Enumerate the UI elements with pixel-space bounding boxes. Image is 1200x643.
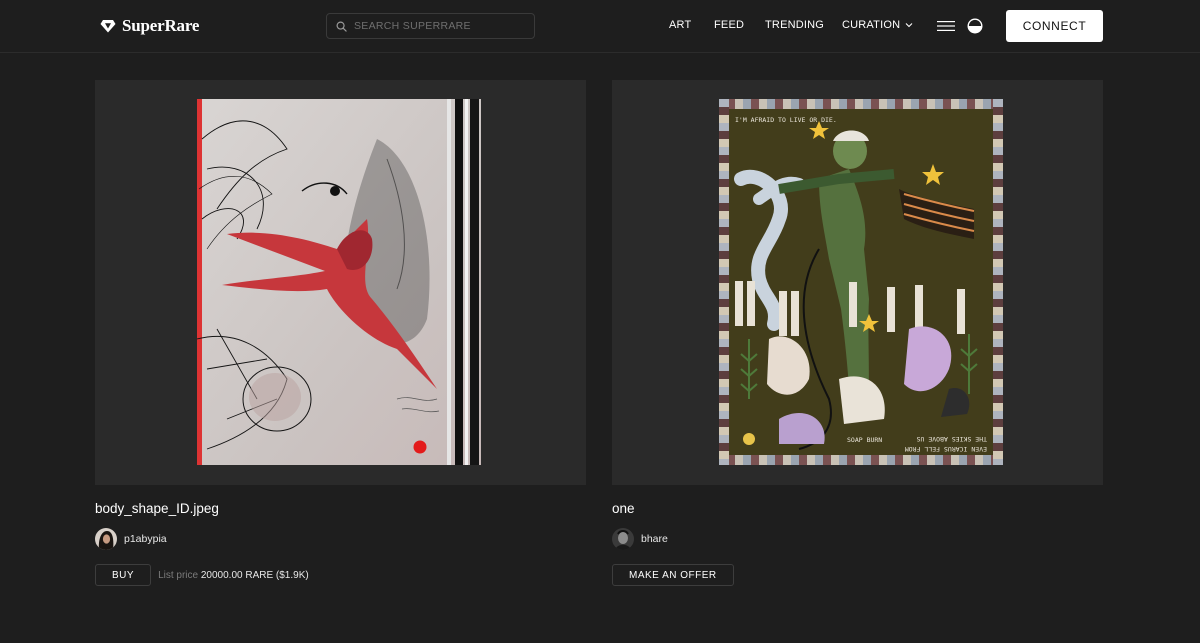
artist-username: p1abypia bbox=[124, 533, 167, 545]
top-navigation-bar: SuperRare ART FEED TRENDING CURATION CON… bbox=[0, 0, 1200, 53]
artist-avatar bbox=[95, 528, 117, 550]
artwork-title[interactable]: one bbox=[612, 501, 635, 516]
artwork-text-soap: SOAP BURN bbox=[847, 436, 882, 444]
artwork-title[interactable]: body_shape_ID.jpeg bbox=[95, 501, 219, 516]
artwork-text-skies: THE SKIES ABOVE US bbox=[916, 435, 987, 443]
nav-curation[interactable]: CURATION bbox=[842, 19, 913, 31]
artwork-card[interactable]: body_shape_ID.jpeg p1abypia BUY List pri… bbox=[95, 80, 586, 586]
artist-avatar bbox=[612, 528, 634, 550]
nav-art[interactable]: ART bbox=[669, 19, 691, 31]
search-input[interactable] bbox=[354, 20, 524, 32]
artwork-media[interactable] bbox=[95, 80, 586, 485]
list-price: List price 20000.00 RARE ($1.9K) bbox=[158, 570, 309, 581]
superrare-logo[interactable]: SuperRare bbox=[100, 15, 199, 37]
search-icon bbox=[336, 21, 347, 32]
connect-button[interactable]: CONNECT bbox=[1006, 10, 1103, 42]
list-price-label: List price bbox=[158, 569, 199, 581]
nav-feed[interactable]: FEED bbox=[714, 19, 744, 31]
theme-toggle-icon[interactable] bbox=[967, 18, 983, 34]
hamburger-menu-icon[interactable] bbox=[937, 20, 955, 32]
artist-username: bhare bbox=[641, 533, 668, 545]
card-actions: BUY List price 20000.00 RARE ($1.9K) bbox=[95, 564, 309, 586]
artist-link[interactable]: bhare bbox=[612, 528, 668, 550]
artist-link[interactable]: p1abypia bbox=[95, 528, 167, 550]
chevron-down-icon bbox=[905, 23, 913, 28]
artwork-image-one[interactable]: I'M AFRAID TO LIVE OR DIE. SOAP BURN THE… bbox=[719, 99, 1003, 465]
list-price-value: 20000.00 RARE ($1.9K) bbox=[200, 569, 309, 581]
artwork-text-icarus: EVEN ICARUS FELL FROM bbox=[905, 445, 987, 453]
artwork-image-body-shape[interactable] bbox=[197, 99, 481, 465]
diamond-logo-icon bbox=[100, 20, 116, 33]
search-box[interactable] bbox=[326, 13, 535, 39]
make-an-offer-button[interactable]: MAKE AN OFFER bbox=[612, 564, 734, 586]
buy-button[interactable]: BUY bbox=[95, 564, 152, 586]
artwork-card[interactable]: I'M AFRAID TO LIVE OR DIE. SOAP BURN THE… bbox=[612, 80, 1103, 586]
logo-text: SuperRare bbox=[122, 16, 200, 35]
artwork-text-top: I'M AFRAID TO LIVE OR DIE. bbox=[735, 116, 837, 124]
artwork-media[interactable]: I'M AFRAID TO LIVE OR DIE. SOAP BURN THE… bbox=[612, 80, 1103, 485]
card-actions: MAKE AN OFFER bbox=[612, 564, 734, 586]
nav-trending[interactable]: TRENDING bbox=[765, 19, 824, 31]
